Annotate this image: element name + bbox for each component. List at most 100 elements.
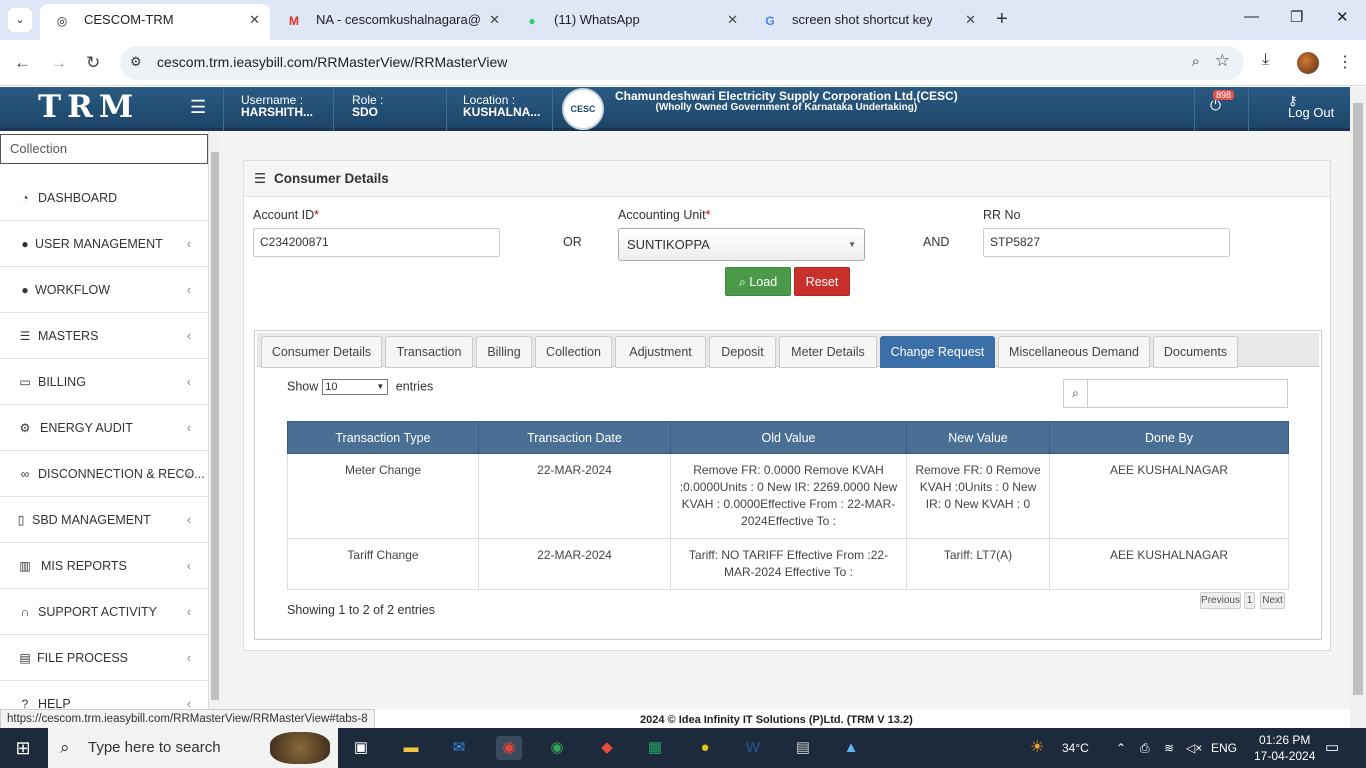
accounting-unit-label: Accounting Unit*	[618, 208, 710, 222]
col-old-value[interactable]: Old Value	[670, 421, 907, 454]
windows-start-icon[interactable]: ⊞	[10, 736, 36, 760]
sidebar-item-file-process[interactable]: ▤ FILE PROCESS ‹	[0, 635, 208, 681]
excel-icon[interactable]: ▦	[642, 736, 668, 760]
sidebar-item-masters[interactable]: ☰ MASTERS ‹	[0, 313, 208, 359]
bookmark-star-icon[interactable]: ☆	[1215, 51, 1230, 71]
table-search-input[interactable]: ⌕	[1063, 379, 1288, 408]
weather-temp[interactable]: 34°C	[1062, 728, 1089, 768]
volume-muted-icon[interactable]: ◁×	[1186, 728, 1202, 768]
profile-avatar[interactable]	[1297, 52, 1319, 74]
url-bar[interactable]: ⚙ cescom.trm.ieasybill.com/RRMasterView/…	[120, 46, 1244, 80]
sidebar-item-billing[interactable]: ▭ BILLING ‹	[0, 359, 208, 405]
browser-tab-google[interactable]: G screen shot shortcut key in wind ✕	[748, 4, 986, 40]
close-tab-icon[interactable]: ✕	[489, 4, 500, 36]
tab-search-dropdown-icon[interactable]: ⌄	[8, 8, 32, 32]
mail-icon[interactable]: ✉	[446, 736, 472, 760]
sidebar-item-workflow[interactable]: ● WORKFLOW ‹	[0, 267, 208, 313]
tray-chevron-icon[interactable]: ⌃	[1116, 728, 1126, 768]
taskbar-search-box[interactable]: ⌕ Type here to search	[48, 728, 338, 768]
app-icon[interactable]: ●	[692, 736, 718, 760]
page-scroll-thumb[interactable]	[1353, 103, 1363, 695]
taskbar-clock[interactable]: 01:26 PM 17-04-2024	[1254, 732, 1315, 764]
tab-billing[interactable]: Billing	[476, 336, 532, 368]
trm-logo[interactable]: TRM	[38, 89, 139, 125]
panel-title: Consumer Details	[274, 171, 389, 186]
close-tab-icon[interactable]: ✕	[965, 4, 976, 36]
col-transaction-date[interactable]: Transaction Date	[478, 421, 671, 454]
tab-change-request[interactable]: Change Request	[880, 336, 995, 368]
new-tab-icon[interactable]: +	[996, 8, 1008, 31]
col-new-value[interactable]: New Value	[906, 421, 1050, 454]
page-scrollbar[interactable]	[1350, 87, 1366, 728]
download-icon[interactable]: ⤓	[1262, 51, 1269, 69]
close-window-icon[interactable]: ✕	[1336, 8, 1349, 26]
sidebar-item-help[interactable]: ? HELP ‹	[0, 681, 208, 709]
cell-transaction-type: Tariff Change	[287, 538, 479, 590]
next-page-button[interactable]: Next	[1260, 592, 1285, 609]
file-explorer-icon[interactable]: ▬	[398, 736, 424, 760]
taskbar-search-placeholder: Type here to search	[88, 739, 221, 756]
task-view-icon[interactable]: ▣	[348, 736, 374, 760]
close-tab-icon[interactable]: ✕	[249, 4, 260, 36]
sidebar-scrollbar[interactable]	[209, 131, 221, 709]
logout-button[interactable]: ⚷ Log Out	[1288, 94, 1334, 119]
account-id-input[interactable]: C234200871	[253, 228, 500, 257]
sidebar-item-energy-audit[interactable]: ⚙ ENERGY AUDIT ‹	[0, 405, 208, 451]
sidebar-item-mis-reports[interactable]: ▥ MIS REPORTS ‹	[0, 543, 208, 589]
calculator-icon[interactable]: ▤	[790, 736, 816, 760]
sidebar-item-label: ENERGY AUDIT	[40, 421, 133, 435]
browser-menu-icon[interactable]: ⋮	[1337, 52, 1353, 72]
previous-page-button[interactable]: Previous	[1200, 592, 1241, 609]
panel-header: ☰ Consumer Details	[244, 161, 1330, 197]
word-icon[interactable]: W	[740, 736, 766, 760]
sidebar-item-sbd-management[interactable]: ▯ SBD MANAGEMENT ‹	[0, 497, 208, 543]
dashboard-icon: ◔	[21, 191, 29, 205]
sidebar-item-support-activity[interactable]: ∩ SUPPORT ACTIVITY ‹	[0, 589, 208, 635]
entries-select[interactable]: 10 ▼	[322, 379, 389, 395]
browser-tab-title: NA - cescomkushalnagara@gm	[316, 12, 481, 27]
rr-no-input[interactable]: STP5827	[983, 228, 1230, 257]
site-info-icon[interactable]: ⚙	[130, 54, 142, 70]
sidebar-scroll-thumb[interactable]	[211, 152, 219, 700]
tab-consumer-details[interactable]: Consumer Details	[261, 336, 382, 368]
tab-meter-details[interactable]: Meter Details	[779, 336, 877, 368]
back-icon[interactable]: ←	[14, 53, 31, 73]
chrome-icon[interactable]: ◉	[496, 736, 522, 760]
tab-adjustment[interactable]: Adjustment	[615, 336, 706, 368]
restore-icon[interactable]: ❐	[1290, 8, 1303, 26]
browser-tab-gmail[interactable]: M NA - cescomkushalnagara@gm ✕	[272, 4, 510, 40]
sidebar-search-input[interactable]: Collection	[0, 134, 208, 164]
required-mark: *	[705, 208, 711, 222]
sidebar-item-user-management[interactable]: ● USER MANAGEMENT ‹	[0, 221, 208, 267]
forward-icon[interactable]: →	[50, 53, 67, 73]
col-transaction-type[interactable]: Transaction Type	[287, 421, 479, 454]
reset-button[interactable]: Reset	[794, 267, 850, 296]
chrome-profile-icon[interactable]: ◉	[544, 736, 570, 760]
weather-icon[interactable]: ☀	[1030, 728, 1044, 768]
photos-icon[interactable]: ▲	[838, 736, 864, 760]
page-1-button[interactable]: 1	[1244, 592, 1255, 609]
close-tab-icon[interactable]: ✕	[727, 4, 738, 36]
minimize-icon[interactable]: —	[1244, 8, 1259, 25]
browser-tab-whatsapp[interactable]: ● (11) WhatsApp ✕	[510, 4, 748, 40]
sidebar-item-dashboard[interactable]: ◔ DASHBOARD	[0, 175, 208, 221]
tab-miscellaneous-demand[interactable]: Miscellaneous Demand	[998, 336, 1150, 368]
hamburger-menu-icon[interactable]: ☰	[190, 97, 206, 118]
browser-tab-cescom[interactable]: ◎ CESCOM-TRM ✕	[40, 4, 270, 40]
reload-icon[interactable]: ↻	[86, 53, 100, 73]
language-indicator[interactable]: ENG	[1211, 728, 1237, 768]
zoom-icon[interactable]: ⌕	[1192, 53, 1200, 70]
tab-transaction[interactable]: Transaction	[385, 336, 473, 368]
tab-collection[interactable]: Collection	[535, 336, 612, 368]
sidebar-item-disconnection[interactable]: ∞ DISCONNECTION & RECO... ‹	[0, 451, 208, 497]
load-button[interactable]: ⌕ Load	[725, 267, 791, 296]
url-text[interactable]: cescom.trm.ieasybill.com/RRMasterView/RR…	[157, 54, 507, 70]
notifications-icon[interactable]: ▭	[1325, 728, 1339, 768]
wifi-icon[interactable]: ≋	[1164, 728, 1174, 768]
anydesk-icon[interactable]: ◆	[594, 736, 620, 760]
tab-deposit[interactable]: Deposit	[709, 336, 776, 368]
col-done-by[interactable]: Done By	[1049, 421, 1289, 454]
meet-now-icon[interactable]: ⎙	[1140, 728, 1150, 768]
tab-documents[interactable]: Documents	[1153, 336, 1238, 368]
accounting-unit-select[interactable]: SUNTIKOPPA ▼	[618, 228, 865, 261]
